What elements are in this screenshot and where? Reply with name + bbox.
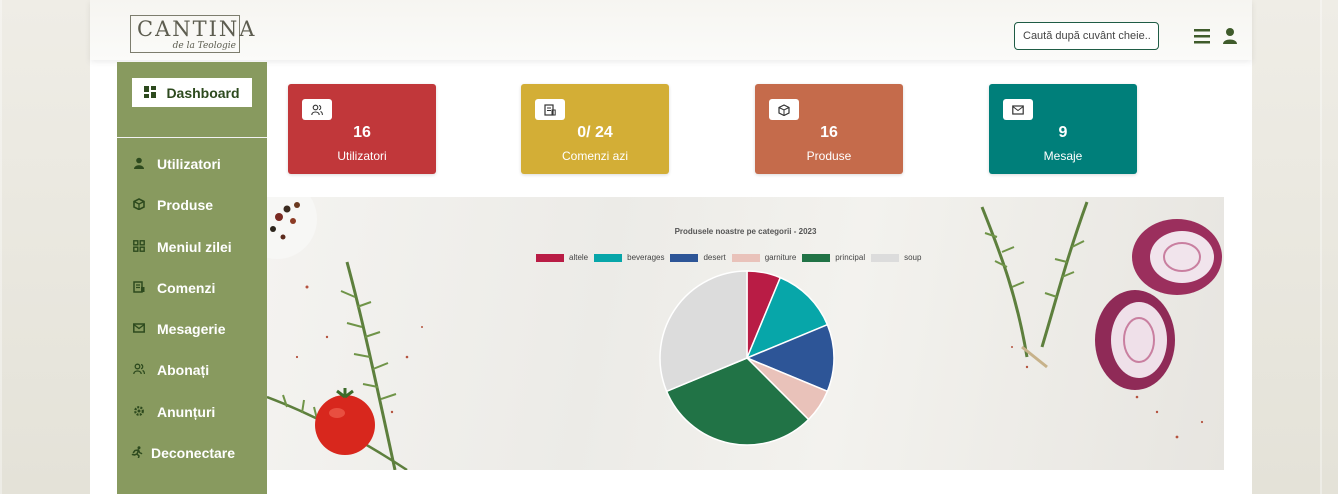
- sidebar-item-label: Anunțuri: [157, 404, 216, 420]
- stat-card-value: 0/ 24: [577, 124, 613, 141]
- stat-card-mesaje[interactable]: 9 Mesaje: [989, 84, 1137, 174]
- stat-card-produse[interactable]: 16 Produse: [755, 84, 903, 174]
- sidebar-item-abonati[interactable]: Abonați: [133, 360, 209, 380]
- stat-card-value: 16: [353, 124, 371, 141]
- logo-main-text: CANTINA: [137, 17, 257, 41]
- stat-card-label: Mesaje: [1043, 149, 1083, 163]
- users-icon: [133, 362, 145, 378]
- sidebar-divider: [117, 137, 267, 138]
- sidebar-item-label: Mesagerie: [157, 321, 226, 337]
- stat-card-comenzi-azi[interactable]: 0/ 24 Comenzi azi: [521, 84, 669, 174]
- stat-card-label: Utilizatori: [337, 149, 387, 163]
- sidebar-item-anunturi[interactable]: Anunțuri: [133, 402, 215, 422]
- pie-chart: [659, 270, 835, 446]
- sidebar-dashboard-button[interactable]: Dashboard: [132, 78, 252, 107]
- sidebar-item-label: Utilizatori: [157, 156, 221, 172]
- sidebar-item-deconectare[interactable]: Deconectare: [131, 443, 235, 463]
- logo[interactable]: CANTINA de la Teologie: [130, 15, 257, 53]
- sidebar: Dashboard Utilizatori Produse Meniul zil…: [117, 62, 267, 494]
- users-icon: [302, 99, 332, 120]
- envelope-icon: [133, 321, 145, 337]
- top-bar: CANTINA de la Teologie: [90, 0, 1252, 60]
- dashboard-icon: [144, 85, 157, 101]
- user-account-icon[interactable]: [1221, 26, 1239, 46]
- sidebar-item-produse[interactable]: Produse: [133, 195, 213, 215]
- sidebar-item-label: Deconectare: [151, 445, 236, 461]
- box-icon: [133, 197, 145, 213]
- sidebar-item-meniul-zilei[interactable]: Meniul zilei: [133, 237, 232, 257]
- user-icon: [133, 156, 145, 172]
- box-icon: [769, 99, 799, 120]
- receipt-icon: [133, 280, 145, 296]
- stat-card-utilizatori[interactable]: 16 Utilizatori: [288, 84, 436, 174]
- receipt-icon: [535, 99, 565, 120]
- stat-card-label: Comenzi azi: [561, 149, 629, 163]
- sidebar-item-utilizatori[interactable]: Utilizatori: [133, 154, 221, 174]
- grid-icon: [133, 239, 145, 255]
- stat-card-value: 16: [820, 124, 838, 141]
- chart-banner: Produsele noastre pe categorii - 2023 al…: [267, 197, 1224, 470]
- sidebar-item-label: Meniul zilei: [157, 239, 232, 255]
- sidebar-item-label: Comenzi: [157, 280, 216, 296]
- dashboard-label: Dashboard: [166, 84, 240, 101]
- envelope-icon: [1003, 99, 1033, 120]
- running-icon: [131, 445, 143, 461]
- page: CANTINA de la Teologie Caută după cuvânt…: [90, 0, 1252, 494]
- sidebar-item-label: Produse: [157, 197, 214, 213]
- hamburger-menu-icon[interactable]: [1193, 26, 1211, 46]
- search-input[interactable]: [1014, 22, 1159, 50]
- sidebar-item-mesagerie[interactable]: Mesagerie: [133, 319, 225, 339]
- stat-card-value: 9: [1058, 124, 1068, 141]
- logo-sub-text: de la Teologie: [172, 41, 236, 51]
- sidebar-item-comenzi[interactable]: Comenzi: [133, 278, 215, 298]
- stat-card-label: Produse: [806, 149, 852, 163]
- sidebar-item-label: Abonați: [157, 362, 210, 378]
- gear-icon: [133, 404, 145, 420]
